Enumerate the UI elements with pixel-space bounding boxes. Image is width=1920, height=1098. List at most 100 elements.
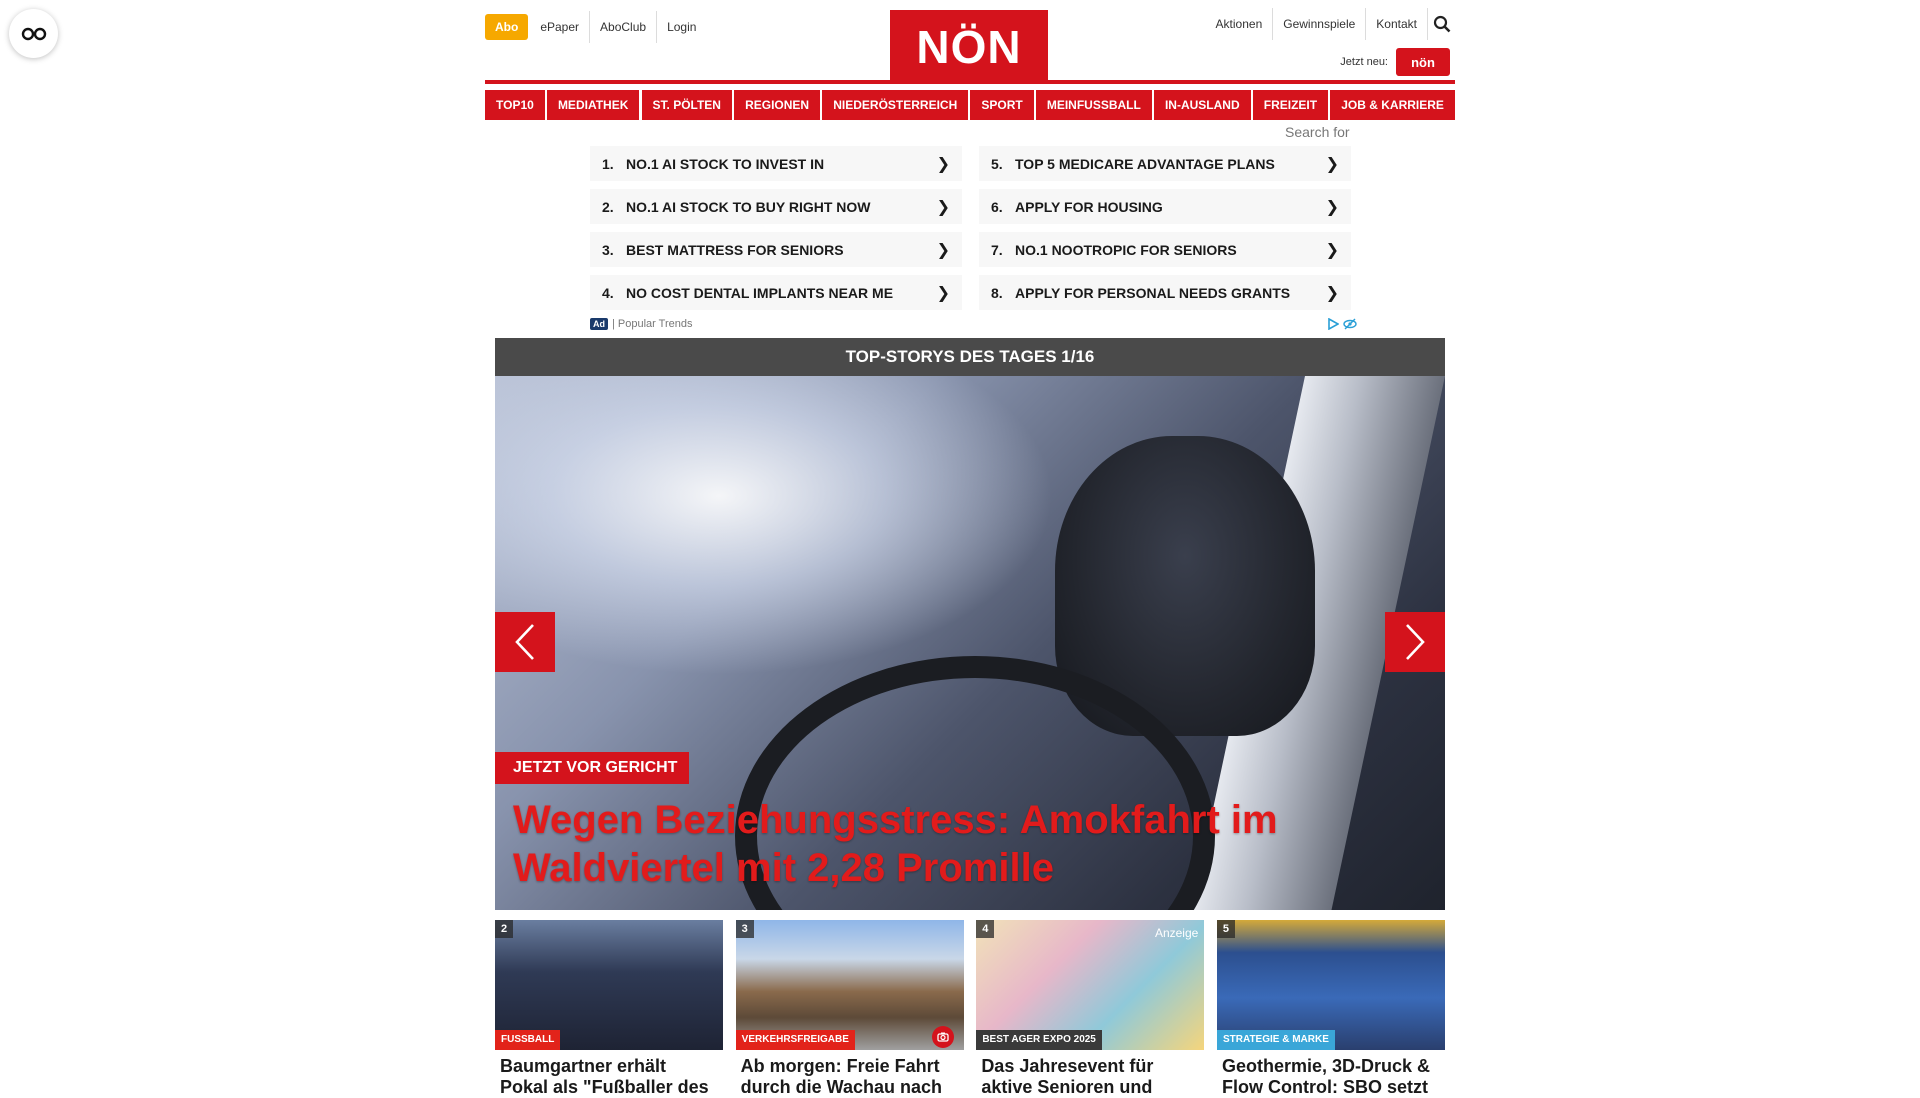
ad-number: 4. — [602, 284, 614, 301]
ad-badge: Ad — [590, 318, 608, 330]
ad-link[interactable]: 4. NO COST DENTAL IMPLANTS NEAR ME ❯ — [590, 275, 962, 310]
ad-number: 5. — [991, 155, 1003, 172]
sponsored-links: 1. NO.1 AI STOCK TO INVEST IN ❯ 5. TOP 5 ME… — [590, 146, 1357, 332]
ad-text: APPLY FOR PERSONAL NEEDS GRANTS — [1015, 284, 1291, 301]
hide-ad-icon[interactable] — [1343, 318, 1357, 330]
nav-item-freizeit[interactable]: FREIZEIT — [1252, 90, 1329, 120]
top-stories: TOP-STORYS DES TAGES 1/16 JETZT VOR GERI… — [495, 338, 1445, 1098]
ad-link[interactable]: 8. APPLY FOR PERSONAL NEEDS GRANTS ❯ — [979, 275, 1351, 310]
chevron-right-icon: ❯ — [1325, 198, 1339, 216]
chevron-right-icon: ❯ — [936, 241, 950, 259]
hero-image — [495, 376, 1055, 676]
story-image: 2 FUSSBALL — [495, 920, 723, 1050]
aktionen-link[interactable]: Aktionen — [1206, 8, 1273, 40]
story-image: 3 VERKEHRSFREIGABE — [735, 920, 964, 1050]
abo-button[interactable]: Abo — [485, 14, 529, 40]
story-image: 5 STRATEGIE & MARKE — [1216, 920, 1445, 1050]
story-card[interactable]: 3 VERKEHRSFREIGABE Ab morgen: Freie Fahr… — [735, 920, 964, 1098]
ad-text: APPLY FOR HOUSING — [1015, 198, 1163, 215]
story-card[interactable]: 2 FUSSBALL Baumgartner erhält Pokal als … — [495, 920, 723, 1098]
gewinnspiele-link[interactable]: Gewinnspiele — [1272, 8, 1365, 40]
ad-text: NO.1 AI STOCK TO INVEST IN — [626, 155, 825, 172]
hero-story[interactable]: JETZT VOR GERICHT Wegen Beziehungsstress… — [495, 376, 1445, 910]
epaper-link[interactable]: ePaper — [530, 11, 589, 43]
sponsored-label: Anzeige — [1154, 926, 1199, 940]
aboclub-link[interactable]: AboClub — [589, 11, 656, 43]
story-number: 5 — [1216, 920, 1235, 938]
story-category: VERKEHRSFREIGABE — [735, 1030, 855, 1050]
nav-item-sport[interactable]: SPORT — [970, 90, 1034, 120]
main-nav: TOP10 MEDIATHEK ST. PÖLTEN REGIONEN NIED… — [485, 90, 1455, 120]
story-title: Baumgartner erhält Pokal als "Fußballer … — [500, 1056, 709, 1097]
adchoices-icon[interactable] — [1327, 318, 1357, 330]
story-number: 3 — [735, 920, 754, 938]
story-number: 2 — [495, 920, 513, 938]
chevron-right-icon: ❯ — [936, 155, 950, 173]
accessibility-toggle-button[interactable] — [9, 9, 58, 58]
kontakt-link[interactable]: Kontakt — [1365, 8, 1427, 40]
ad-text: NO COST DENTAL IMPLANTS NEAR ME — [626, 284, 894, 301]
jetzt-neu-label: Jetzt neu: — [1340, 56, 1388, 68]
story-image: 4 Anzeige BEST AGER EXPO 2025 — [976, 920, 1205, 1050]
story-title: Ab morgen: Freie Fahrt durch die Wachau … — [740, 1056, 943, 1097]
chevron-right-icon — [1406, 624, 1425, 660]
ad-source: | Popular Trends — [612, 318, 693, 330]
page: Abo ePaper AboClub Login NÖN Aktionen Ge… — [485, 0, 1455, 1097]
story-category: BEST AGER EXPO 2025 — [976, 1030, 1102, 1050]
ad-link[interactable]: 2. NO.1 AI STOCK TO BUY RIGHT NOW ❯ — [590, 189, 962, 224]
story-category: STRATEGIE & MARKE — [1216, 1030, 1335, 1050]
story-category: FUSSBALL — [495, 1030, 561, 1050]
nav-item-in-ausland[interactable]: IN-AUSLAND — [1153, 90, 1251, 120]
ad-text: TOP 5 MEDICARE ADVANTAGE PLANS — [1015, 155, 1275, 172]
nav-item-st-poelten[interactable]: ST. PÖLTEN — [641, 90, 732, 120]
nav-item-job-karriere[interactable]: JOB & KARRIERE — [1330, 90, 1455, 120]
carousel-prev-button[interactable] — [495, 612, 555, 672]
ad-number: 7. — [991, 241, 1003, 258]
chevron-right-icon: ❯ — [1325, 241, 1339, 259]
ad-text: BEST MATTRESS FOR SENIORS — [626, 241, 844, 258]
ad-number: 2. — [602, 198, 614, 215]
jetzt-neu-promo: Jetzt neu: nön — [1340, 48, 1450, 76]
ad-text: NO.1 AI STOCK TO BUY RIGHT NOW — [626, 198, 871, 215]
chevron-right-icon: ❯ — [936, 284, 950, 302]
story-card[interactable]: 5 STRATEGIE & MARKE Geothermie, 3D-Druck… — [1216, 920, 1445, 1098]
site-logo[interactable]: NÖN — [890, 10, 1048, 84]
hero-headline[interactable]: Wegen Beziehungsstress: Amokfahrt im Wal… — [513, 796, 1413, 892]
site-header: Abo ePaper AboClub Login NÖN Aktionen Ge… — [485, 0, 1455, 84]
chevron-right-icon: ❯ — [936, 198, 950, 216]
story-title: Das Jahresevent für aktive Senioren und — [981, 1056, 1154, 1097]
story-number: 4 — [976, 920, 995, 938]
story-cards: 2 FUSSBALL Baumgartner erhält Pokal als … — [495, 920, 1445, 1098]
ad-number: 3. — [602, 241, 614, 258]
ad-link[interactable]: 6. APPLY FOR HOUSING ❯ — [979, 189, 1351, 224]
top-nav-right: Aktionen Gewinnspiele Kontakt — [1204, 8, 1455, 40]
ad-number: 6. — [991, 198, 1003, 215]
story-card[interactable]: 4 Anzeige BEST AGER EXPO 2025 Das Jahres… — [976, 920, 1205, 1098]
login-link[interactable]: Login — [656, 11, 706, 43]
nav-item-meinfussball[interactable]: MEINFUSSBALL — [1035, 90, 1152, 120]
ad-search-label: Search for — [1285, 124, 1350, 140]
top-nav-left: Abo ePaper AboClub Login — [485, 11, 706, 43]
nav-item-top10[interactable]: TOP10 — [485, 90, 545, 120]
glasses-icon — [21, 27, 46, 40]
hero-kicker: JETZT VOR GERICHT — [495, 752, 690, 784]
chevron-right-icon: ❯ — [1325, 284, 1339, 302]
ad-link[interactable]: 3. BEST MATTRESS FOR SENIORS ❯ — [590, 232, 962, 267]
nav-item-mediathek[interactable]: MEDIATHEK — [546, 90, 640, 120]
ad-link[interactable]: 7. NO.1 NOOTROPIC FOR SENIORS ❯ — [979, 232, 1351, 267]
ad-number: 8. — [991, 284, 1003, 301]
chevron-right-icon: ❯ — [1325, 155, 1339, 173]
nav-item-niederoesterreich[interactable]: NIEDERÖSTERREICH — [822, 90, 969, 120]
ad-text: NO.1 NOOTROPIC FOR SENIORS — [1015, 241, 1237, 258]
ad-number: 1. — [602, 155, 614, 172]
chevron-left-icon — [515, 624, 534, 660]
camera-icon — [931, 1026, 954, 1048]
story-title: Geothermie, 3D-Druck & Flow Control: SBO… — [1221, 1056, 1431, 1097]
nav-item-regionen[interactable]: REGIONEN — [734, 90, 821, 120]
ad-link[interactable]: 5. TOP 5 MEDICARE ADVANTAGE PLANS ❯ — [979, 146, 1351, 181]
kleine-noen-logo[interactable]: nön — [1396, 48, 1450, 76]
carousel-next-button[interactable] — [1385, 612, 1445, 672]
search-icon[interactable] — [1427, 8, 1455, 40]
top-stories-header: TOP-STORYS DES TAGES 1/16 — [495, 338, 1445, 376]
ad-link[interactable]: 1. NO.1 AI STOCK TO INVEST IN ❯ — [590, 146, 962, 181]
